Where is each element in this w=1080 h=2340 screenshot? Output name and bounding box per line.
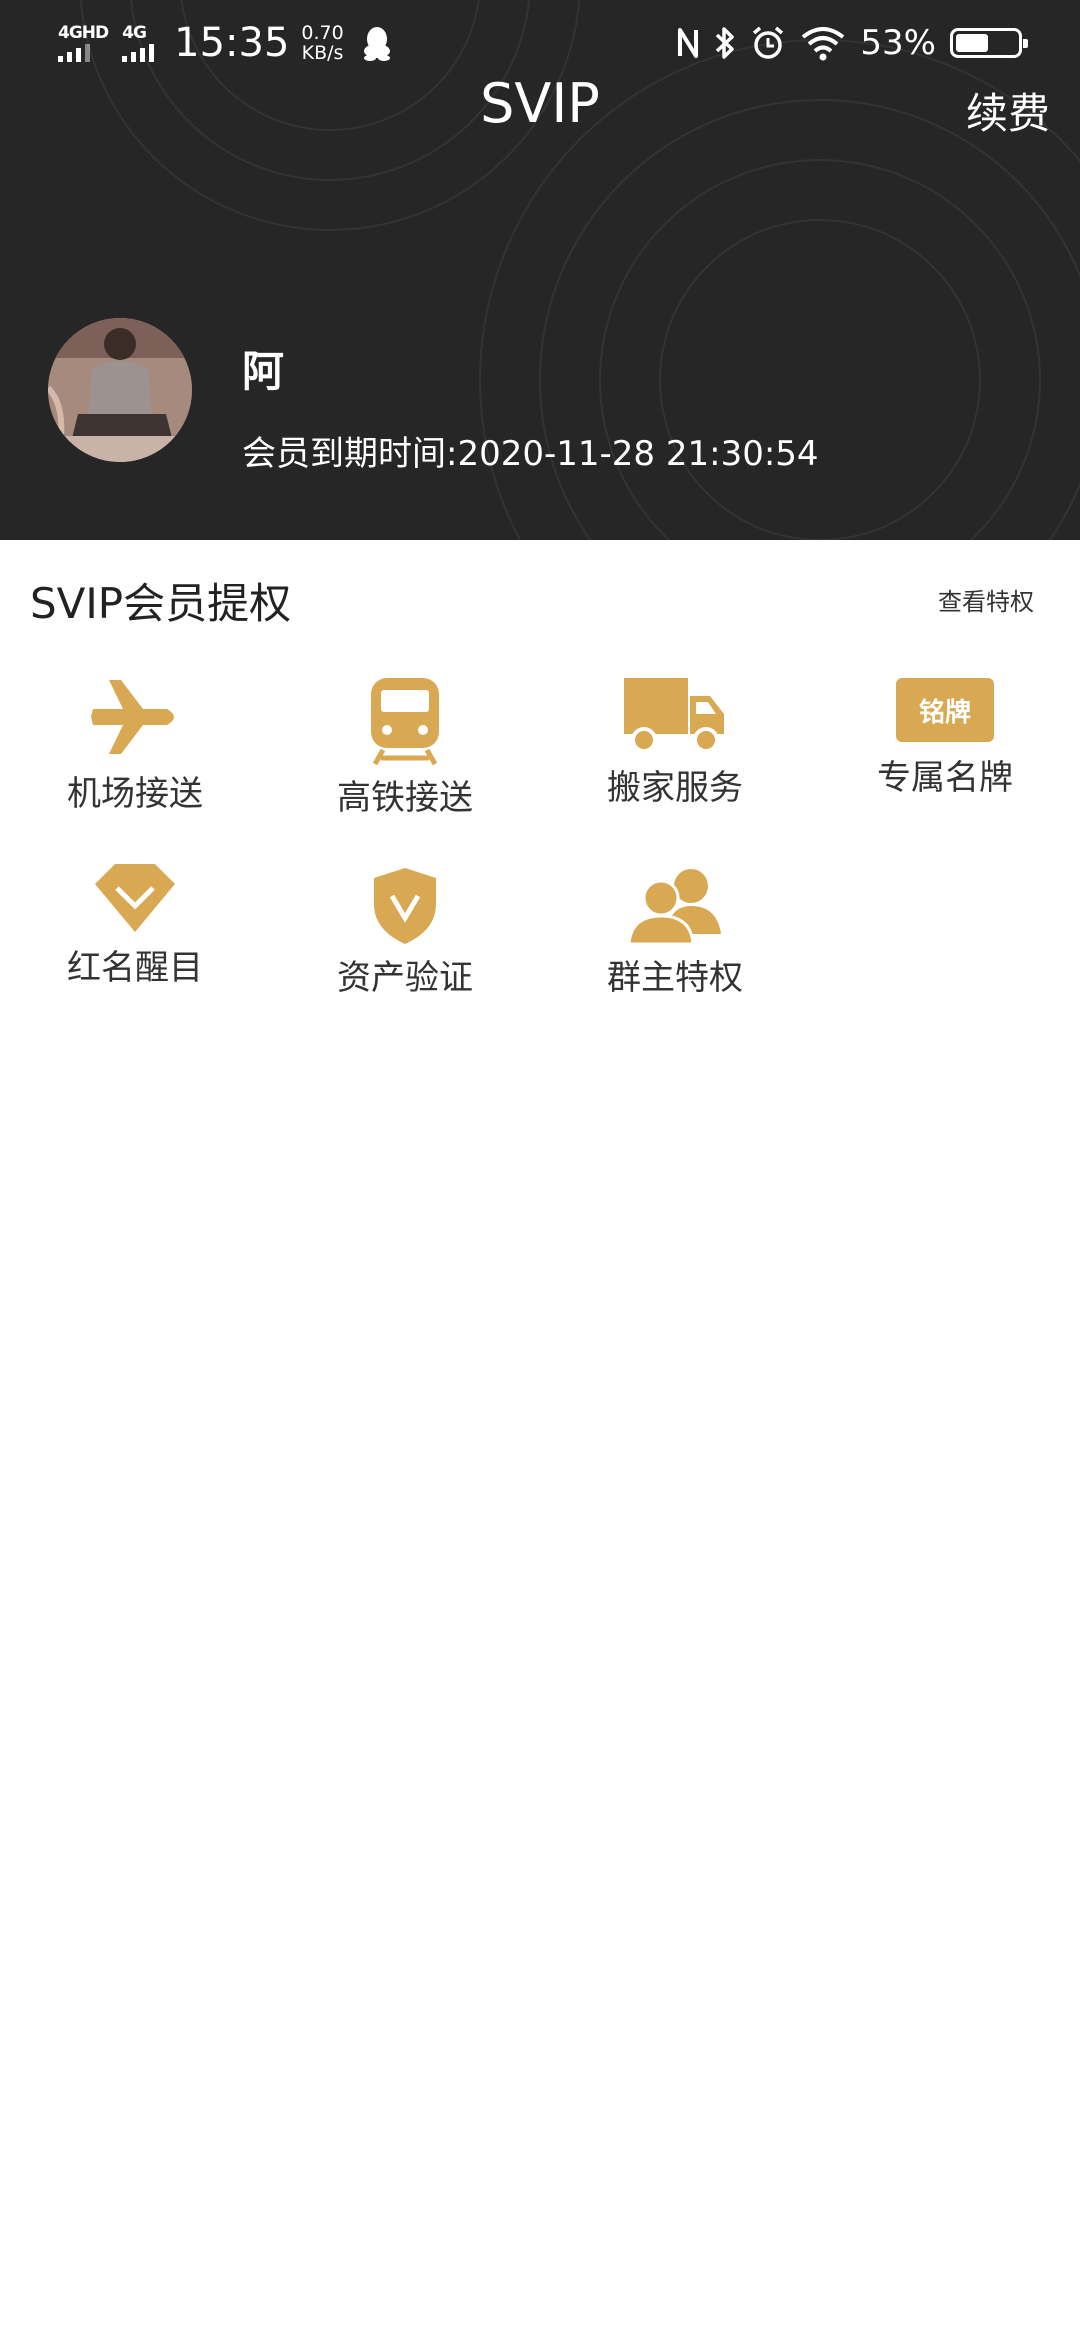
username: 阿 [242, 347, 285, 396]
airplane-icon [91, 680, 174, 754]
truck-icon [624, 678, 724, 753]
nfc-icon [678, 28, 699, 58]
privileges-title: SVIP会员提权 [30, 579, 292, 628]
diamond-icon [95, 864, 175, 932]
net-speed: 0.70 KB/s [301, 23, 343, 63]
privilege-label: 资产验证 [337, 958, 473, 998]
privilege-label: 专属名牌 [877, 758, 1013, 798]
alarm-icon [753, 26, 784, 59]
wifi-icon [802, 27, 845, 61]
shield-check-icon [374, 868, 436, 944]
privilege-train-transfer[interactable]: 高铁接送 [280, 676, 530, 819]
privilege-group-owner[interactable]: 群主特权 [550, 866, 800, 999]
avatar[interactable] [48, 318, 192, 462]
net-speed-unit: KB/s [301, 42, 344, 64]
signal-2-label: 4G [122, 23, 147, 43]
privilege-label: 群主特权 [607, 958, 743, 998]
signal-2: 4G [122, 23, 155, 62]
status-time: 15:35 [174, 20, 290, 66]
privilege-airport-transfer[interactable]: 机场接送 [10, 672, 260, 815]
privilege-label: 红名醒目 [67, 948, 203, 988]
group-icon [627, 869, 721, 946]
membership-expire-time: 会员到期时间:2020-11-28 21:30:54 [242, 434, 819, 474]
privilege-asset-verification[interactable]: 资产验证 [280, 866, 530, 999]
privilege-label: 搬家服务 [607, 768, 743, 808]
privilege-label: 高铁接送 [337, 778, 473, 818]
bluetooth-icon [716, 27, 735, 59]
signal-bars-icon [122, 44, 155, 62]
privilege-moving-service[interactable]: 搬家服务 [550, 676, 800, 809]
signal-bars-icon [58, 44, 90, 62]
page-title: SVIP [480, 72, 600, 135]
nameplate-icon: 铭牌 [896, 678, 994, 742]
qq-icon [363, 27, 390, 61]
battery-level [956, 34, 988, 52]
train-icon [371, 678, 439, 766]
signal-1-label: 4GHD [58, 23, 109, 43]
privilege-red-name[interactable]: 红名醒目 [10, 862, 260, 989]
signal-1: 4GHD [58, 23, 109, 62]
net-speed-value: 0.70 [301, 22, 344, 44]
battery-icon [950, 28, 1028, 58]
view-privileges-link[interactable]: 查看特权 [938, 582, 1034, 617]
avatar-image [48, 318, 192, 462]
renew-button[interactable]: 续费 [966, 80, 1050, 141]
battery-percent: 53% [860, 23, 936, 63]
header: 4GHD 4G 15:35 0.70 KB/s 53% SVIP 续费 阿 会员… [0, 0, 1080, 540]
privilege-label: 机场接送 [67, 774, 203, 814]
privilege-exclusive-nameplate[interactable]: 铭牌 专属名牌 [820, 678, 1070, 799]
